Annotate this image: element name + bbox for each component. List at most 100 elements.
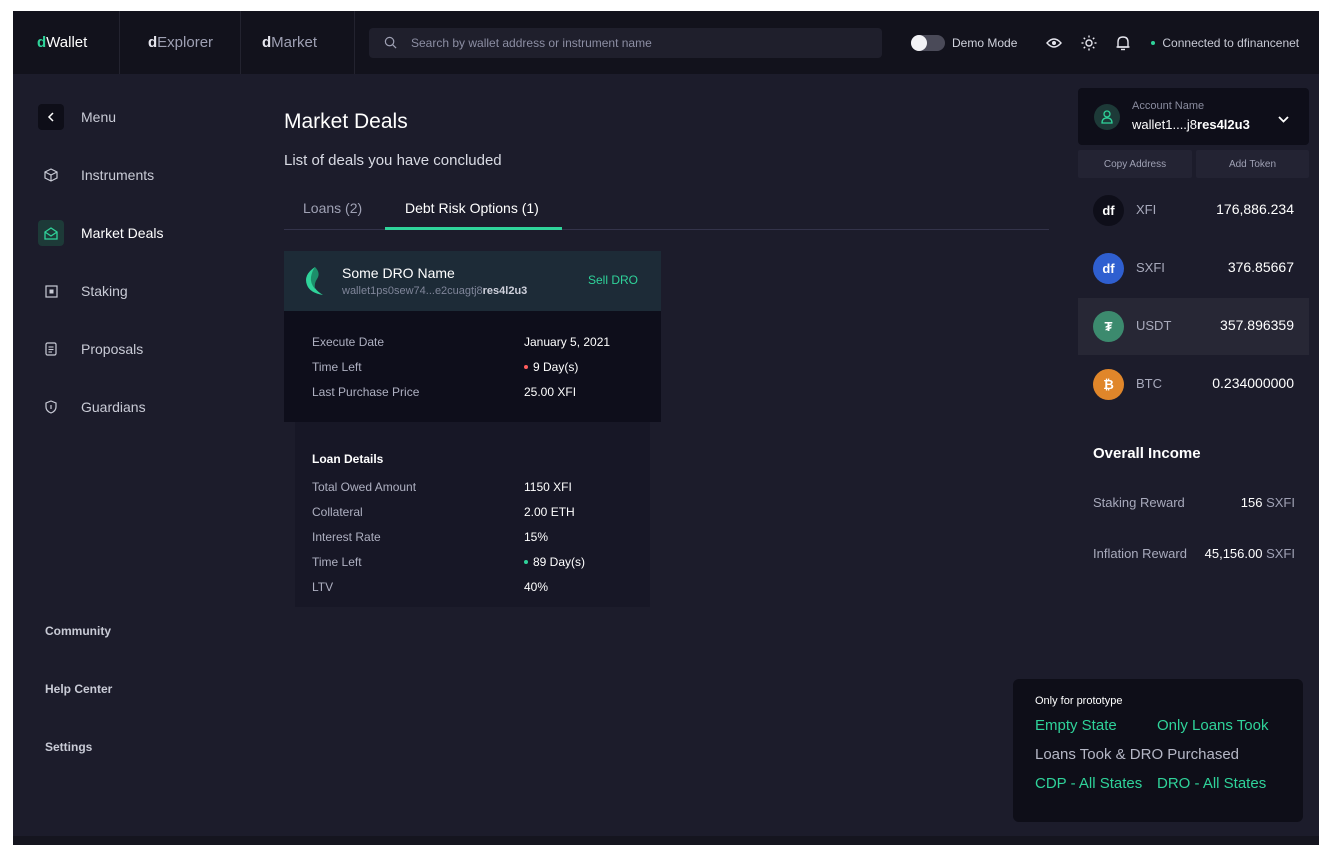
dro-card-header: Some DRO Name wallet1ps0sew74...e2cuagtj… [284,251,661,311]
detail-value-text: 89 Day(s) [533,555,586,569]
income-label: Staking Reward [1093,495,1185,510]
detail-label: Last Purchase Price [312,385,420,399]
add-token-button[interactable]: Add Token [1196,150,1309,178]
detail-label: Time Left [312,555,362,569]
token-symbol: SXFI [1136,260,1165,275]
sidebar: Menu Instruments Market Deals Staking Pr… [13,74,258,845]
token-symbol: XFI [1136,202,1157,217]
page-subtitle: List of deals you have concluded [284,152,502,169]
page-title: Market Deals [284,110,408,133]
detail-label: Time Left [312,360,362,374]
detail-label: Execute Date [312,335,385,349]
connection-status-dot [1151,40,1156,45]
help-center-link[interactable]: Help Center [45,682,112,696]
status-dot-red [524,364,528,369]
token-balance: 0.234000000 [1212,375,1294,391]
dro-logo-icon [301,265,325,302]
dro-card-details: Execute Date January 5, 2021 Time Left 9… [284,311,661,422]
income-unit: SXFI [1266,546,1295,561]
sidebar-item-market-deals[interactable]: Market Deals [38,220,163,246]
detail-value-with-status: 9 Day(s) [524,360,578,374]
settings-link[interactable]: Settings [45,740,92,754]
active-tab-indicator [385,227,562,230]
sidebar-item-instruments[interactable]: Instruments [38,162,154,188]
menu-collapse-button[interactable]: Menu [38,104,116,130]
sell-dro-button[interactable]: Sell DRO [588,273,638,287]
address-suffix: res4l2u3 [482,285,528,297]
demo-mode-toggle[interactable] [911,34,945,51]
sidebar-item-label: Staking [81,283,128,299]
eye-icon[interactable] [1046,37,1063,49]
only-loans-took-link[interactable]: Only Loans Took [1157,717,1268,734]
token-balance: 176,886.234 [1216,201,1294,217]
sidebar-item-guardians[interactable]: Guardians [38,394,146,420]
account-selector[interactable]: Account Name wallet1....j8res4l2u3 [1078,88,1309,145]
status-dot-green [524,559,528,564]
dexplorer-nav-link[interactable]: d Explorer [120,11,241,74]
search-icon [384,36,397,49]
staking-icon [38,278,64,304]
account-address: wallet1....j8res4l2u3 [1132,117,1250,132]
chevron-left-icon [38,104,64,130]
brand-name: Market [271,34,318,51]
dwallet-nav-link[interactable]: d Wallet [13,11,120,74]
sidebar-item-label: Guardians [81,399,146,415]
brand-name: Explorer [157,34,214,51]
detail-value: 15% [524,530,549,544]
token-balance: 357.896359 [1220,317,1294,333]
token-symbol: USDT [1136,318,1172,333]
shield-icon [38,394,64,420]
copy-address-button[interactable]: Copy Address [1078,150,1192,178]
token-row-btc[interactable]: ₿ BTC 0.234000000 [1078,356,1309,413]
bell-icon[interactable] [1116,35,1130,51]
search-box [369,27,882,58]
sidebar-item-staking[interactable]: Staking [38,278,128,304]
detail-value: 25.00 XFI [524,385,577,399]
loan-details-card: Loan Details Total Owed Amount 1150 XFI … [295,422,650,607]
income-value: 156 SXFI [1241,495,1295,510]
document-icon [38,336,64,362]
window-bottom-edge [13,836,1319,845]
dro-all-states-link[interactable]: DRO - All States [1157,775,1266,792]
detail-value-with-status: 89 Day(s) [524,555,585,569]
detail-value: 2.00 ETH [524,505,575,519]
token-row-sxfi[interactable]: df SXFI 376.85667 [1078,240,1309,297]
sidebar-item-proposals[interactable]: Proposals [38,336,143,362]
community-link[interactable]: Community [45,624,111,638]
address-suffix: res4l2u3 [1197,117,1250,132]
token-symbol: BTC [1136,376,1162,391]
sun-icon[interactable] [1081,35,1097,51]
token-balance: 376.85667 [1227,259,1294,275]
toggle-knob [911,34,927,51]
income-amount: 45,156.00 [1204,546,1263,561]
tab-debt-risk-options[interactable]: Debt Risk Options (1) [405,200,539,216]
token-row-xfi[interactable]: df XFI 176,886.234 [1078,182,1309,239]
app-window: dWallet dExplorer dMarket Demo Mode Conn… [13,11,1319,845]
loans-and-dro-link[interactable]: Loans Took & DRO Purchased [1035,746,1239,763]
chevron-down-icon [1278,110,1289,128]
sxfi-token-icon: df [1093,253,1124,284]
overall-income-title: Overall Income [1093,445,1201,462]
address-prefix: wallet1ps0sew74...e2cuagtj8 [342,285,483,297]
empty-state-link[interactable]: Empty State [1035,717,1117,734]
top-bar: dWallet dExplorer dMarket Demo Mode Conn… [13,11,1319,74]
sidebar-item-label: Proposals [81,341,144,357]
usdt-token-icon: ₮ [1093,311,1124,342]
loan-details-heading: Loan Details [312,452,384,466]
search-input[interactable] [411,35,851,50]
brand-name: Wallet [46,34,88,51]
detail-value: January 5, 2021 [524,335,611,349]
detail-value: 1150 XFI [524,480,572,494]
dmarket-nav-link[interactable]: d Market [241,11,355,74]
user-icon [1094,104,1120,130]
connection-status: Connected to dfinancenet [1162,35,1300,50]
tab-loans[interactable]: Loans (2) [303,200,362,216]
token-row-usdt[interactable]: ₮ USDT 357.896359 [1078,298,1309,355]
handshake-icon [38,220,64,246]
cdp-all-states-link[interactable]: CDP - All States [1035,775,1142,792]
detail-label: LTV [312,580,334,594]
sidebar-item-label: Instruments [81,167,155,183]
account-name-label: Account Name [1132,100,1205,112]
xfi-token-icon: df [1093,195,1124,226]
cube-icon [38,162,64,188]
